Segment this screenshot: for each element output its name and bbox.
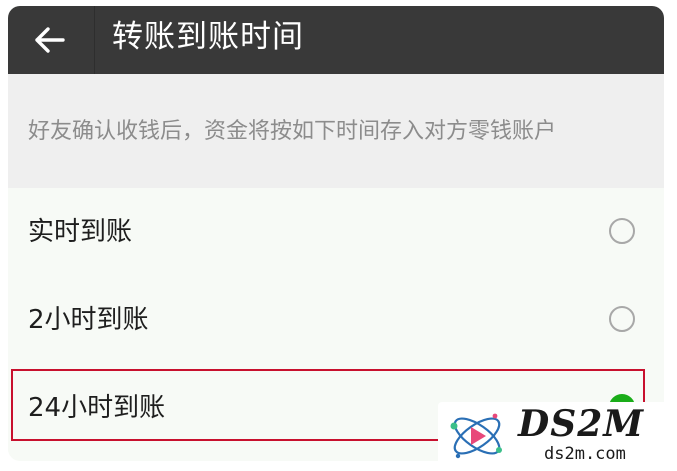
top-bar: 转账到账时间 (8, 6, 664, 74)
watermark-main-text: DS2M (518, 403, 645, 445)
option-label: 2小时到账 (28, 305, 149, 335)
header-divider (94, 6, 95, 74)
watermark-logo-icon (450, 413, 502, 459)
description-section: 好友确认收钱后，资金将按如下时间存入对方零钱账户 (8, 74, 664, 188)
radio-button[interactable] (609, 218, 635, 244)
page-title: 转账到账时间 (112, 19, 304, 55)
option-realtime[interactable]: 实时到账 (8, 188, 664, 276)
arrow-left-icon (35, 27, 65, 53)
description-text: 好友确认收钱后，资金将按如下时间存入对方零钱账户 (28, 119, 557, 144)
radio-button[interactable] (609, 306, 635, 332)
option-2-hours[interactable]: 2小时到账 (8, 276, 664, 364)
watermark-sub-text: ds2m.com (544, 444, 626, 464)
back-button[interactable] (22, 16, 78, 64)
watermark: DS2M ds2m.com (438, 402, 674, 468)
option-label: 实时到账 (28, 217, 133, 247)
